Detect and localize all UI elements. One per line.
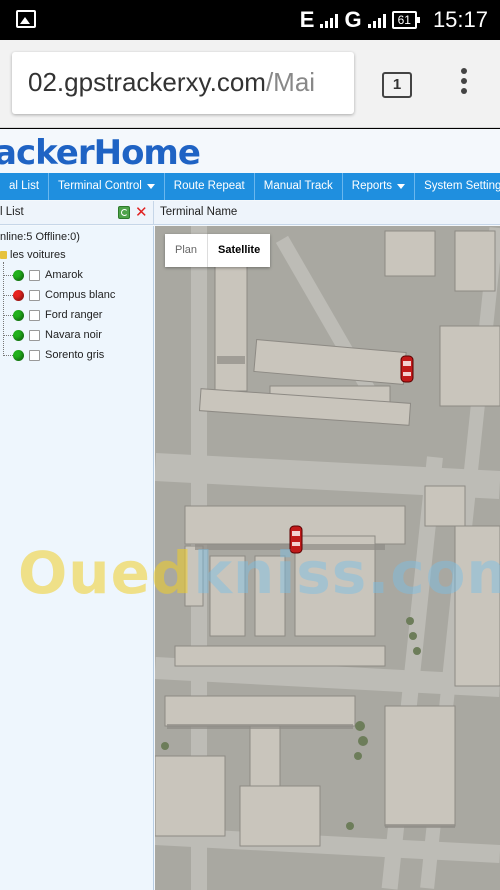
network-type-g: G xyxy=(344,7,362,32)
vehicle-name: Navara noir xyxy=(45,329,102,341)
browser-toolbar: 02.gpstrackerxy.com/Mai 1 xyxy=(0,40,500,128)
nav-system-settings[interactable]: System Settings xyxy=(415,173,500,200)
url-bar[interactable]: 02.gpstrackerxy.com/Mai xyxy=(12,52,354,114)
nav-reports[interactable]: Reports xyxy=(343,173,416,200)
divider xyxy=(153,201,154,225)
tree-group[interactable]: les voitures xyxy=(0,249,66,261)
terminal-list-title: l List xyxy=(0,206,24,218)
status-right: E G 61 15:17 xyxy=(300,6,488,34)
map-type-satellite-button[interactable]: Satellite xyxy=(207,234,270,267)
clock: 15:17 xyxy=(432,7,488,32)
map-type-switch: Plan Satellite xyxy=(165,234,271,267)
vehicle-name: Sorento gris xyxy=(45,349,105,361)
folder-icon xyxy=(0,251,7,259)
nav-manual-track[interactable]: Manual Track xyxy=(255,173,343,200)
status-online-icon xyxy=(13,349,24,361)
overflow-menu-icon[interactable] xyxy=(456,68,472,102)
signal-icon-2 xyxy=(367,12,386,28)
vehicle-item[interactable]: Ford ranger xyxy=(0,305,150,325)
web-page: ackerHome al List Terminal Control Route… xyxy=(0,129,500,890)
status-bar: E G 61 15:17 xyxy=(0,0,500,40)
group-label: les voitures xyxy=(10,249,66,261)
site-logo[interactable]: ackerHome xyxy=(0,133,201,173)
url-host: 02.gpstrackerxy.com xyxy=(28,67,266,97)
vehicle-checkbox[interactable] xyxy=(29,349,40,361)
url-path: /Mai xyxy=(265,67,316,97)
vehicle-checkbox[interactable] xyxy=(29,269,40,281)
chevron-down-icon xyxy=(397,184,406,189)
vehicle-checkbox[interactable] xyxy=(29,329,40,341)
nav-terminal-control[interactable]: Terminal Control xyxy=(49,173,165,200)
vehicle-item[interactable]: Navara noir xyxy=(0,325,150,345)
online-status-count: nline:5 Offline:0) xyxy=(0,231,80,243)
url-text[interactable]: 02.gpstrackerxy.com/Mai xyxy=(28,67,315,98)
main-nav: al List Terminal Control Route Repeat Ma… xyxy=(0,173,500,200)
panel-header: l List ✕ Terminal Name xyxy=(0,201,500,225)
status-online-icon xyxy=(13,329,24,341)
refresh-icon[interactable] xyxy=(118,206,130,219)
close-icon[interactable]: ✕ xyxy=(135,203,148,221)
vehicle-checkbox[interactable] xyxy=(29,289,40,301)
vehicle-item[interactable]: Compus blanc xyxy=(0,285,150,305)
chevron-down-icon xyxy=(146,184,155,189)
tab-switcher-button[interactable]: 1 xyxy=(382,72,412,98)
vehicle-name: Amarok xyxy=(45,269,83,281)
vehicle-marker[interactable] xyxy=(400,355,414,383)
network-type-e: E xyxy=(299,7,315,32)
status-online-icon xyxy=(13,309,24,321)
battery-icon: 61 xyxy=(391,11,421,29)
map-type-plan-button[interactable]: Plan xyxy=(165,234,207,267)
terminal-name-title: Terminal Name xyxy=(160,206,238,218)
vehicle-checkbox[interactable] xyxy=(29,309,40,321)
vehicle-name: Compus blanc xyxy=(45,289,116,301)
nav-terminal-list[interactable]: al List xyxy=(0,173,50,200)
status-offline-icon xyxy=(13,289,24,301)
signal-icon xyxy=(320,12,339,28)
vehicle-name: Ford ranger xyxy=(45,309,103,321)
vehicle-item[interactable]: Amarok xyxy=(0,265,150,285)
status-online-icon xyxy=(13,269,24,281)
nav-route-repeat[interactable]: Route Repeat xyxy=(165,173,255,200)
image-notification-icon xyxy=(16,10,36,28)
watermark: Ouedkniss.com xyxy=(18,539,500,607)
vehicle-item[interactable]: Sorento gris xyxy=(0,345,150,365)
